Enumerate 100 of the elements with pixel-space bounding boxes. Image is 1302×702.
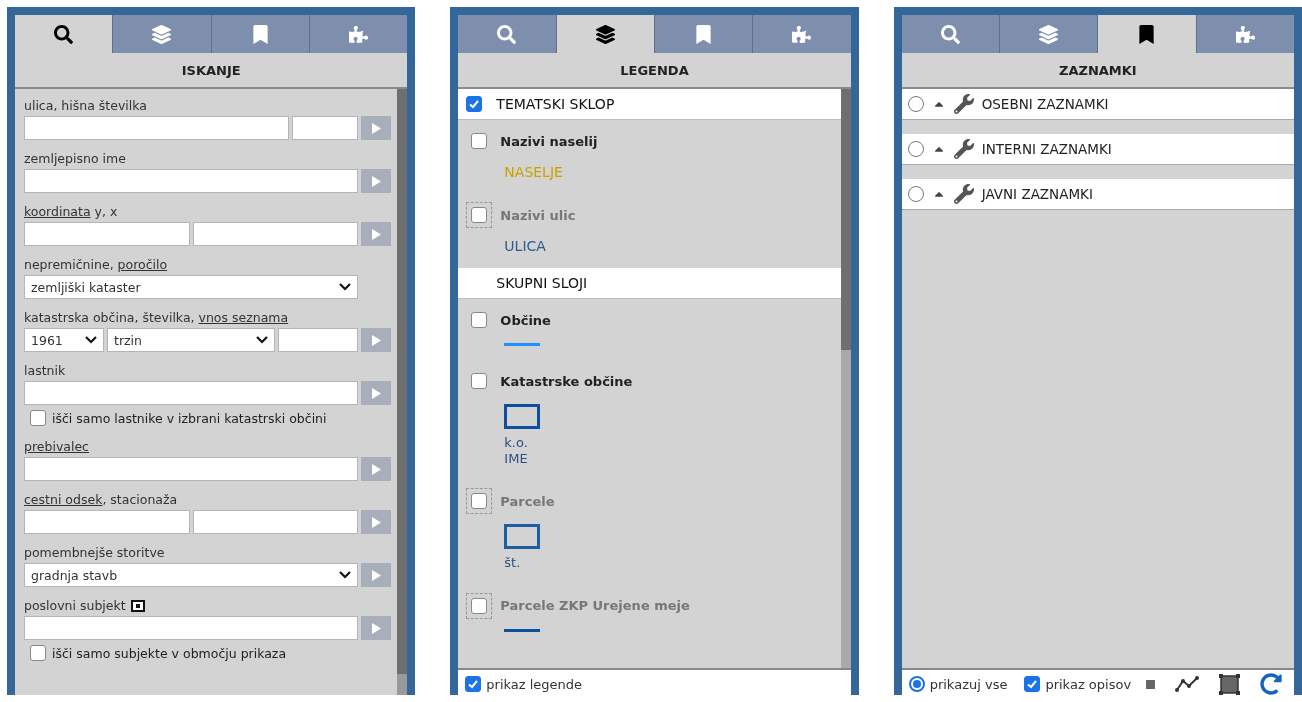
field-label: katastrska občina, številka,: [24, 310, 196, 325]
polyline-icon[interactable]: [1175, 676, 1200, 692]
puzzle-icon: [1235, 24, 1255, 44]
link[interactable]: cestni odsek: [24, 492, 103, 507]
layers-icon: [1039, 24, 1059, 44]
checkbox[interactable]: [471, 373, 488, 389]
radio-button[interactable]: [908, 676, 925, 692]
search-icon: [54, 24, 74, 44]
field-label: zemljepisno ime: [24, 151, 126, 166]
legend-caption: št.: [504, 555, 521, 571]
radio-button[interactable]: [907, 141, 924, 157]
go-button[interactable]: [361, 457, 392, 481]
legend-sample-text: NASELJE: [504, 164, 563, 180]
chevron-down-icon: [256, 336, 269, 344]
group-title: SKUPNI SLOJI: [495, 275, 588, 291]
scrollbar[interactable]: [840, 89, 851, 668]
input-field[interactable]: [24, 457, 359, 481]
go-button[interactable]: [361, 222, 392, 246]
input-field[interactable]: [192, 222, 359, 246]
link[interactable]: koordinata: [24, 204, 91, 219]
radio-label: prikazuj vse: [929, 676, 1008, 692]
input-field[interactable]: [24, 381, 359, 405]
checkbox[interactable]: [1024, 676, 1041, 692]
chevron-down-icon: [85, 336, 97, 344]
input-field[interactable]: [24, 169, 359, 193]
select-field[interactable]: zemljiški kataster: [24, 275, 359, 299]
bookmark-group-row[interactable]: JAVNI ZAZNAMKI: [901, 179, 1294, 210]
radio-button[interactable]: [907, 186, 924, 202]
point-icon[interactable]: [1146, 679, 1156, 689]
puzzle-tab[interactable]: [753, 15, 851, 53]
wrench-icon[interactable]: [953, 184, 974, 204]
field-label: , stacionaža: [102, 492, 178, 507]
input-field[interactable]: [278, 328, 359, 352]
layer-name: Parcele: [500, 493, 555, 509]
go-button[interactable]: [361, 169, 392, 193]
group-title: JAVNI ZAZNAMKI: [981, 186, 1093, 202]
input-field[interactable]: [24, 616, 359, 640]
go-button[interactable]: [361, 116, 392, 140]
legend-sample-text: ULICA: [504, 238, 546, 254]
go-button[interactable]: [361, 328, 392, 352]
panel-title: ISKANJE: [15, 53, 408, 89]
checkbox[interactable]: [30, 645, 46, 661]
bookmark-icon: [1137, 24, 1157, 44]
layer-name: Nazivi naselij: [500, 133, 598, 149]
input-field[interactable]: [24, 116, 290, 140]
play-icon: [371, 387, 381, 399]
field-label: pomembnejše storitve: [24, 545, 165, 560]
legend-caption: k.o. IME: [504, 435, 528, 467]
link[interactable]: vnos seznama: [198, 310, 289, 325]
input-field[interactable]: [24, 222, 190, 246]
play-icon: [371, 516, 381, 528]
field-label: nepremičnine,: [24, 257, 115, 272]
group-title: INTERNI ZAZNAMKI: [981, 141, 1112, 157]
link[interactable]: prebivalec: [24, 439, 89, 454]
wrench-icon[interactable]: [953, 94, 974, 114]
field-label: ulica, hišna številka: [24, 98, 147, 113]
checkbox[interactable]: [30, 410, 46, 426]
group-title: OSEBNI ZAZNAMKI: [981, 96, 1109, 112]
radio-button[interactable]: [907, 96, 924, 112]
field-label: lastnik: [24, 363, 66, 378]
layer-name: Občine: [500, 312, 551, 328]
select-field[interactable]: gradnja stavb: [24, 563, 359, 587]
link[interactable]: poročilo: [117, 257, 168, 272]
search-icon: [940, 24, 960, 44]
go-button[interactable]: [361, 616, 392, 640]
bookmark-group-row[interactable]: INTERNI ZAZNAMKI: [901, 134, 1294, 165]
play-icon: [371, 622, 381, 634]
layers-icon: [595, 24, 615, 44]
scrollbar[interactable]: [397, 89, 408, 695]
play-icon: [371, 334, 381, 346]
input-field[interactable]: [292, 116, 359, 140]
checkbox-label: išči samo subjekte v območju prikaza: [52, 645, 287, 661]
puzzle-tab[interactable]: [310, 15, 408, 53]
checkbox-label: išči samo lastnike v izbrani katastrski občini: [52, 410, 327, 426]
checkbox-label: prikaz legende: [486, 676, 583, 692]
input-field[interactable]: [24, 510, 190, 534]
bookmark-icon: [694, 24, 714, 44]
go-button[interactable]: [361, 510, 392, 534]
wrench-icon[interactable]: [953, 139, 974, 159]
puzzle-icon: [792, 24, 812, 44]
go-button[interactable]: [361, 381, 392, 405]
play-icon: [371, 175, 381, 187]
checkbox[interactable]: [466, 96, 483, 112]
search-icon: [497, 24, 517, 44]
input-field[interactable]: [192, 510, 359, 534]
layer-name: Nazivi ulic: [500, 207, 576, 223]
refresh-icon[interactable]: [1260, 673, 1283, 695]
checkbox[interactable]: [471, 133, 488, 149]
select-field[interactable]: 1961: [24, 328, 104, 352]
chevron-down-icon: [339, 571, 352, 579]
group-title: TEMATSKI SKLOP: [496, 96, 615, 112]
select-field[interactable]: trzin: [107, 328, 276, 352]
polygon-icon[interactable]: [1219, 673, 1241, 695]
play-icon: [371, 463, 381, 475]
layers-icon: [152, 24, 172, 44]
field-label: y, x: [93, 204, 118, 219]
checkbox[interactable]: [471, 312, 488, 328]
go-button[interactable]: [361, 563, 392, 587]
checkbox[interactable]: [465, 676, 482, 692]
bookmark-group-row[interactable]: OSEBNI ZAZNAMKI: [901, 89, 1294, 120]
